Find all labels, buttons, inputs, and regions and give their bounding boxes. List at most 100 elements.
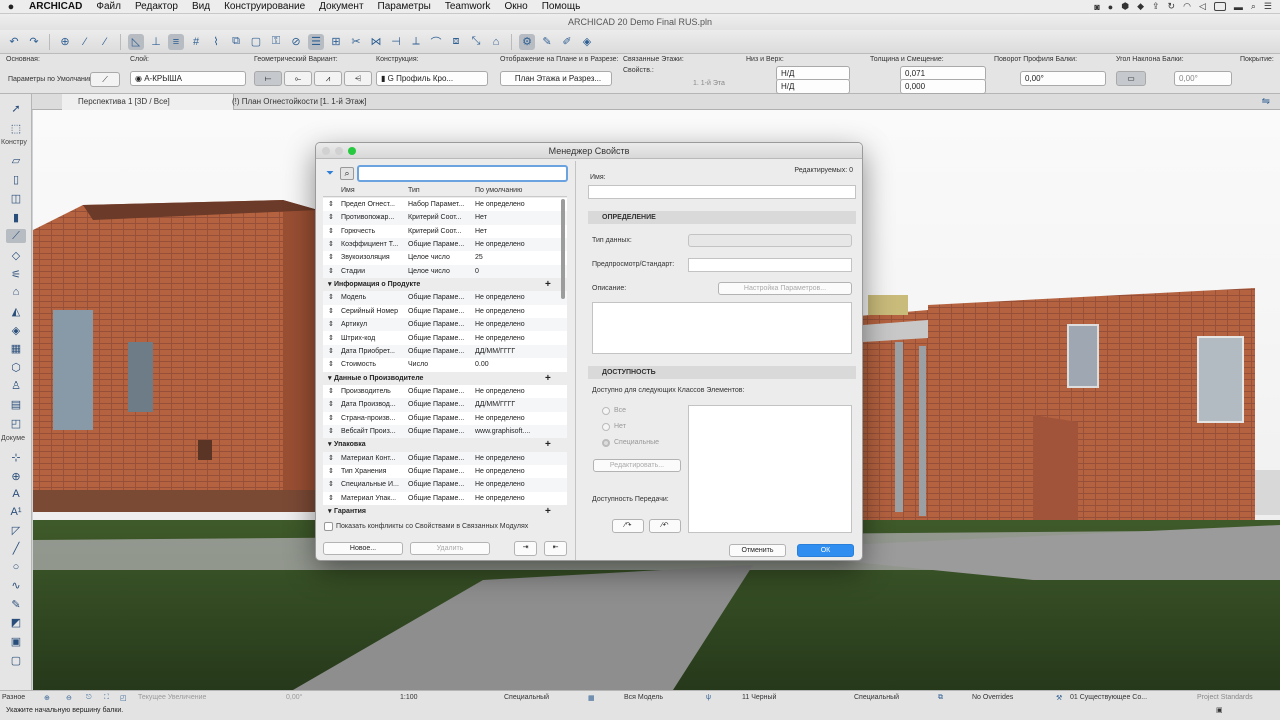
upload-icon[interactable]: ⇪: [1152, 1, 1160, 12]
property-row[interactable]: ⇕ Тип Хранения Общие Параме... Не определен…: [323, 465, 567, 478]
drag-handle-icon[interactable]: ⇕: [328, 412, 334, 425]
renovation-filter-value[interactable]: 01 Существующее Со...: [1070, 694, 1147, 701]
drag-handle-icon[interactable]: ⇕: [328, 318, 334, 331]
drag-handle-icon[interactable]: ⇕: [328, 465, 334, 478]
brush-icon[interactable]: ✐: [559, 34, 575, 50]
property-row[interactable]: ⇕ Коэффициент Т... Общие Параме... Не опред…: [323, 238, 567, 252]
column-type-header[interactable]: Тип: [408, 187, 420, 194]
beam-tool-icon[interactable]: ⟋: [6, 229, 26, 243]
search-icon[interactable]: ⌕: [340, 167, 354, 180]
property-row[interactable]: ⇕ Предел Огнест... Набор Парамет... Не опре…: [323, 198, 567, 211]
property-row[interactable]: ⇕ Серийный Номер Общие Параме... Не определ…: [323, 305, 567, 318]
transfer-out-button[interactable]: ⁄↷: [612, 519, 644, 533]
menu-teamwork[interactable]: Teamwork: [438, 1, 498, 12]
property-row[interactable]: ⇕ Специальные И... Общие Параме... Не опред…: [323, 478, 567, 492]
angle-value[interactable]: 0,00°: [286, 694, 302, 701]
zone-tool-icon[interactable]: ▤: [6, 397, 26, 411]
volume-icon[interactable]: ◁: [1199, 1, 1206, 12]
eyedropper-icon[interactable]: ⁄: [77, 34, 93, 50]
snap-icon[interactable]: ⊕: [57, 34, 73, 50]
filter-icon[interactable]: ⏷: [326, 168, 334, 179]
morph-tool-icon[interactable]: ⬡: [6, 360, 26, 374]
property-search-input[interactable]: [357, 165, 568, 182]
menu-edit[interactable]: Редактор: [128, 1, 185, 12]
add-property-icon[interactable]: +: [545, 372, 551, 385]
pane-divider[interactable]: [575, 161, 576, 560]
layer-select[interactable]: ◉ А-КРЫША: [130, 71, 246, 86]
menu-app-name[interactable]: ARCHICAD: [22, 1, 89, 12]
collapse-arrow-icon[interactable]: ▾: [328, 278, 332, 291]
beam-settings-button[interactable]: ⟋: [90, 72, 120, 87]
trace-icon[interactable]: ⌇: [208, 34, 224, 50]
drawing-tool-icon[interactable]: ▣: [6, 634, 26, 648]
parameter-settings-button[interactable]: Настройка Параметров...: [718, 282, 852, 295]
property-group-row[interactable]: ▾ Упаковка +: [323, 438, 567, 452]
current-zoom-label[interactable]: Текущее Увеличение: [138, 694, 206, 701]
minimize-window-icon[interactable]: [335, 147, 343, 155]
property-group-row[interactable]: ▾ Данные о Производителе +: [323, 371, 567, 385]
redo-icon[interactable]: ↷: [26, 34, 42, 50]
offset-field[interactable]: 0,000: [900, 79, 986, 94]
curtain-wall-tool-icon[interactable]: ▦: [6, 341, 26, 355]
datatype-select[interactable]: [688, 234, 852, 247]
list-icon[interactable]: ☰: [1264, 1, 1272, 12]
property-row[interactable]: ⇕ Материал Конт... Общие Параме... Не опред…: [323, 451, 567, 465]
property-group-row[interactable]: ▾ Информация о Продукте +: [323, 278, 567, 292]
drag-handle-icon[interactable]: ⇕: [328, 225, 334, 238]
collapse-arrow-icon[interactable]: ▾: [328, 505, 332, 516]
drag-handle-icon[interactable]: ⇕: [328, 332, 334, 345]
property-group-row[interactable]: ▾ Гарантия +: [323, 505, 567, 516]
cancel-button[interactable]: Отменить: [729, 544, 786, 557]
roof-icon[interactable]: ⌂: [488, 34, 504, 50]
zoom-previous-icon[interactable]: ◰: [120, 694, 127, 702]
view-3d-icon[interactable]: ◈: [579, 34, 595, 50]
skylight-tool-icon[interactable]: ◈: [6, 323, 26, 337]
door-tool-icon[interactable]: ◫: [6, 191, 26, 205]
hide-icon[interactable]: ⊘: [288, 34, 304, 50]
slope-horizontal-button[interactable]: ▭: [1116, 71, 1146, 86]
show-conflicts-checkbox[interactable]: [324, 522, 333, 531]
element-classes-list[interactable]: [688, 405, 852, 533]
rotation-field[interactable]: 0,00°: [1020, 71, 1106, 86]
definition-section-header[interactable]: ОПРЕДЕЛЕНИЕ: [588, 211, 856, 224]
timemachine-icon[interactable]: ↻: [1168, 1, 1176, 12]
misc-tools-header[interactable]: Разное: [2, 694, 25, 701]
collapse-arrow-icon[interactable]: ▾: [328, 372, 332, 385]
document-tools-header[interactable]: Докуме: [1, 435, 25, 442]
drag-handle-icon[interactable]: ⇕: [328, 385, 334, 398]
property-row[interactable]: ⇕ Страна-произв... Общие Параме... Не опред…: [323, 412, 567, 425]
radio-special[interactable]: [602, 439, 610, 447]
project-standards-value[interactable]: Project Standards: [1197, 694, 1253, 701]
object-tool-icon[interactable]: ♙: [6, 378, 26, 392]
drag-handle-icon[interactable]: ⇕: [328, 425, 334, 438]
battery-icon[interactable]: [1213, 2, 1226, 11]
slab-tool-icon[interactable]: ◇: [6, 248, 26, 262]
evernote-icon[interactable]: ⬢: [1121, 1, 1129, 12]
drag-handle-icon[interactable]: ⇕: [328, 265, 334, 278]
collapse-arrow-icon[interactable]: ▾: [328, 438, 332, 451]
property-row[interactable]: ⇕ Дата Производ... Общие Параме... ДД/ММ/ГГ…: [323, 398, 567, 412]
split-icon[interactable]: ⟂: [408, 34, 424, 50]
drag-handle-icon[interactable]: ⇕: [328, 198, 334, 211]
label-tool-icon[interactable]: A¹: [6, 505, 26, 519]
menu-document[interactable]: Документ: [312, 1, 370, 12]
parameter-transfer-icon[interactable]: ⚙: [519, 33, 535, 50]
hotspot-tool-icon[interactable]: ✎: [6, 597, 26, 611]
property-row[interactable]: ⇕ Вебсайт Произ... Общие Параме... www.grap…: [323, 424, 567, 439]
close-window-icon[interactable]: [322, 147, 330, 155]
snap-guide-icon[interactable]: ⊥: [148, 34, 164, 50]
orbit-icon[interactable]: ⎋: [86, 694, 92, 702]
description-field[interactable]: [592, 302, 852, 354]
drag-handle-icon[interactable]: ⇕: [328, 305, 334, 318]
zoom-out-icon[interactable]: ⊖: [66, 694, 72, 702]
graphic-overrides-value[interactable]: No Overrides: [972, 694, 1013, 701]
transfer-in-button[interactable]: ⁄↶: [649, 519, 681, 533]
all-model-value[interactable]: Вся Модель: [624, 694, 663, 701]
undo-icon[interactable]: ↶: [6, 34, 22, 50]
design-tools-header[interactable]: Констру: [1, 139, 27, 146]
guide-line-icon[interactable]: ◺: [128, 33, 144, 50]
drag-handle-icon[interactable]: ⇕: [328, 251, 334, 264]
wifi-icon[interactable]: ◠: [1183, 1, 1191, 12]
column-name-header[interactable]: Имя: [341, 187, 355, 194]
property-row[interactable]: ⇕ Материал Упак... Общие Параме... Не опред…: [323, 492, 567, 505]
